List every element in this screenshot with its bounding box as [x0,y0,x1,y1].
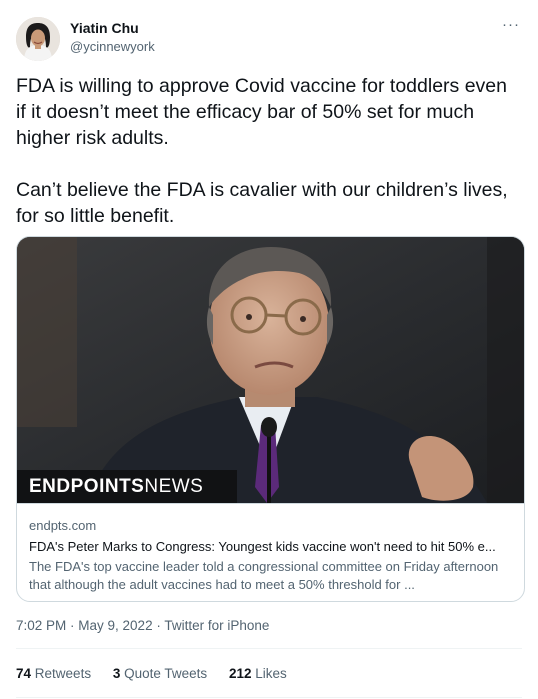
meta-separator: · [152,618,165,633]
brand-strip: ENDPOINTSNEWS [17,470,237,503]
card-meta[interactable]: endpts.com FDA's Peter Marks to Congress… [17,503,524,601]
more-options-icon[interactable]: ··· [500,17,522,38]
likes-label: Likes [255,666,287,681]
tweet-paragraph: FDA is willing to approve Covid vaccine … [16,75,507,149]
tweet-text: FDA is willing to approve Covid vaccine … [16,73,516,229]
card-image[interactable]: ENDPOINTSNEWS [17,237,524,503]
author-handle[interactable]: @ycinnewyork [70,38,155,56]
divider [16,697,522,698]
card-description: The FDA's top vaccine leader told a cong… [29,559,499,592]
author-display-name[interactable]: Yiatin Chu [70,19,155,37]
card-title: FDA's Peter Marks to Congress: Youngest … [29,539,496,554]
timestamp-row: 7:02 PM · May 9, 2022 · Twitter for iPho… [16,617,269,635]
likes-count: 212 [228,666,252,681]
card-photo [17,237,524,503]
retweets-count: 74 [16,666,32,681]
likes-stat[interactable]: 212 Likes [229,665,287,683]
tweet-paragraph: Can’t believe the FDA is cavalier with o… [16,179,508,227]
brand-bold-text: ENDPOINTS [29,476,145,497]
brand-logo: ENDPOINTSNEWS [29,477,203,497]
retweets-label: Retweets [34,666,92,681]
tweet-date[interactable]: May 9, 2022 [78,618,152,633]
retweets-stat[interactable]: 74 Retweets [16,665,91,683]
quote-tweets-stat[interactable]: 3 Quote Tweets [113,665,207,683]
quote-tweets-label: Quote Tweets [124,666,208,681]
meta-separator: · [66,618,79,633]
author-block: Yiatin Chu @ycinnewyork [70,19,155,56]
avatar[interactable] [16,17,60,61]
tweet-header: Yiatin Chu @ycinnewyork ··· [16,16,522,62]
stats-row: 74 Retweets 3 Quote Tweets 212 Likes [16,665,305,683]
tweet-time[interactable]: 7:02 PM [16,618,66,633]
card-domain: endpts.com [29,518,97,533]
link-card[interactable]: ENDPOINTSNEWS endpts.com FDA's Peter Mar… [16,236,525,602]
avatar-image [16,17,60,61]
quote-tweets-count: 3 [112,666,121,681]
tweet: Yiatin Chu @ycinnewyork ··· FDA is willi… [0,0,538,699]
brand-light-text: NEWS [144,476,204,497]
divider [16,648,522,649]
tweet-source[interactable]: Twitter for iPhone [164,618,269,633]
